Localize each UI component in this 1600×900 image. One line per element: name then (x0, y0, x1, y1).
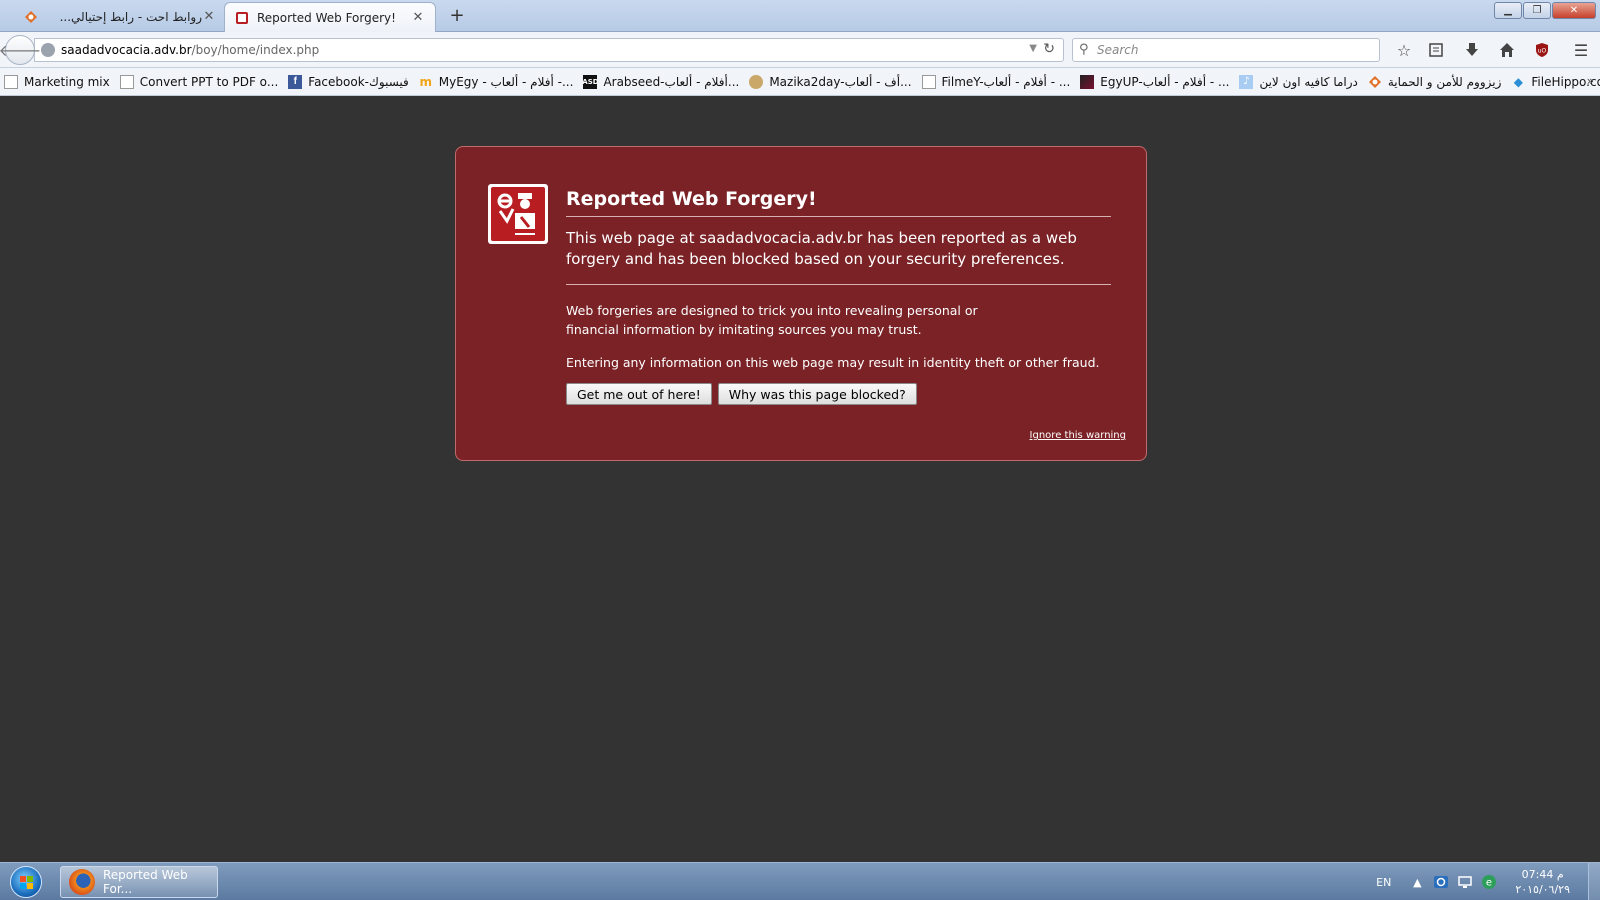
windows-logo-icon (10, 866, 42, 898)
bookmark-item[interactable]: FilmeY-أفلام - ألعاب - ... (921, 74, 1071, 89)
warning-title: Reported Web Forgery! (566, 188, 1111, 217)
egyup-icon (1080, 74, 1095, 89)
new-tab-button[interactable]: + (446, 5, 468, 27)
minimize-button[interactable]: ▁ (1494, 2, 1522, 19)
network-tray-icon[interactable] (1433, 874, 1449, 890)
bookmark-item[interactable]: Marketing mix (4, 74, 110, 89)
search-icon: ⚲ (1079, 42, 1089, 57)
bookmark-label: Marketing mix (24, 74, 110, 89)
taskbar-clock[interactable]: 07:44 م ٢٠١٥/٠٦/٢٩ (1515, 867, 1570, 897)
bookmark-label: Arabseed-أفلام - ألعاب... (603, 74, 740, 89)
forgery-warning-shield-icon (488, 184, 548, 244)
start-button[interactable] (6, 865, 46, 899)
browser-tray-icon[interactable]: e (1481, 874, 1497, 890)
language-indicator[interactable]: EN (1376, 876, 1391, 889)
bookmark-label: زيزووم للأمن و الحماية (1387, 74, 1502, 89)
show-desktop-button[interactable] (1588, 863, 1600, 900)
url-path: /boy/home/index.php (191, 43, 320, 57)
monitor-tray-icon[interactable] (1457, 874, 1473, 890)
taskbar-firefox-item[interactable]: Reported Web For... (60, 866, 218, 898)
warning-long-description-2: Entering any information on this web pag… (566, 355, 1100, 370)
url-dropdown-icon[interactable]: ▼ (1029, 43, 1037, 54)
reload-icon[interactable]: ↻ (1043, 41, 1055, 57)
clock-date: ٢٠١٥/٠٦/٢٩ (1515, 883, 1570, 896)
search-bar[interactable]: ⚲ Search (1072, 38, 1380, 62)
url-host: saadadvocacia.adv.br (61, 43, 192, 57)
search-placeholder: Search (1097, 43, 1139, 57)
svg-text:uO: uO (1538, 48, 1547, 55)
tab-title: Reported Web Forgery! (257, 10, 396, 25)
ignore-warning-link[interactable]: Ignore this warning (1030, 430, 1126, 441)
blank-page-icon (119, 74, 134, 89)
bookmark-label: MyEgy - أفلام - ألعاب -... (438, 74, 574, 89)
restore-button[interactable]: ❐ (1523, 2, 1551, 19)
firefox-icon (69, 869, 95, 895)
bookmark-item[interactable]: EgyUP-أفلام - ألعاب - ... (1080, 74, 1230, 89)
tab-close-icon[interactable]: ✕ (202, 10, 216, 24)
tab-phishing-links[interactable]: روابط احت - رابط إحتيالي... ✕ (14, 2, 226, 32)
bookmarks-menu-icon[interactable] (1426, 40, 1446, 60)
page-content: Reported Web Forgery! This web page at s… (0, 97, 1600, 862)
arabseed-icon: ASD (582, 74, 599, 89)
forgery-warning-box: Reported Web Forgery! This web page at s… (455, 146, 1147, 461)
facebook-icon: f (288, 74, 303, 89)
bookmark-label: Facebook-فيسبوك (308, 74, 409, 89)
get-me-out-button[interactable]: Get me out of here! (566, 383, 712, 405)
bookmarks-toolbar: Marketing mix Convert PPT to PDF o... f … (0, 68, 1600, 96)
warning-button-row: Get me out of here! Why was this page bl… (566, 383, 917, 405)
bookmark-label: دراما كافيه اون لاين (1259, 74, 1358, 89)
bookmarks-overflow-chevron-icon[interactable]: » (1587, 74, 1594, 88)
hamburger-menu-icon[interactable]: ☰ (1571, 40, 1591, 60)
back-button[interactable]: 🡐 (0, 35, 41, 65)
bookmark-label: Mazika2day-أف - ألعاب... (769, 74, 912, 89)
tab-strip: روابط احت - رابط إحتيالي... ✕ Reported W… (0, 0, 1600, 32)
globe-icon (41, 43, 55, 57)
blank-page-icon (921, 74, 936, 89)
close-window-button[interactable]: ✕ (1552, 2, 1596, 19)
myegy-icon: m (419, 74, 433, 89)
back-arrow-icon: 🡐 (0, 41, 42, 60)
bookmark-label: Convert PPT to PDF o... (139, 74, 279, 89)
why-blocked-button[interactable]: Why was this page blocked? (717, 383, 917, 405)
tab-close-icon[interactable]: ✕ (411, 10, 425, 25)
music-note-icon: ♪ (1239, 74, 1254, 89)
downloads-icon[interactable] (1462, 40, 1482, 60)
bookmark-item[interactable]: ♪ دراما كافيه اون لاين (1239, 74, 1358, 89)
zizoom-icon (1368, 75, 1382, 89)
bookmark-item[interactable]: Convert PPT to PDF o... (119, 74, 279, 89)
taskbar-item-label: Reported Web For... (103, 868, 188, 896)
bookmark-item[interactable]: زيزووم للأمن و الحماية (1368, 74, 1502, 89)
warning-long-description: Web forgeries are designed to trick you … (566, 303, 978, 337)
bookmark-star-icon[interactable]: ☆ (1394, 40, 1414, 60)
site-favicon-icon (24, 10, 38, 24)
bookmark-label: EgyUP-أفلام - ألعاب - ... (1100, 74, 1230, 89)
show-hidden-icons-icon[interactable]: ▲ (1409, 874, 1425, 890)
blank-page-icon (4, 74, 18, 89)
bookmark-item[interactable]: m MyEgy - أفلام - ألعاب -... (419, 75, 574, 89)
clock-time: 07:44 م (1521, 868, 1564, 881)
tab-title: روابط احت - رابط إحتيالي... (59, 10, 202, 24)
ublock-shield-icon[interactable]: uO (1532, 40, 1552, 60)
window-controls: ▁ ❐ ✕ (1494, 2, 1596, 19)
navigation-toolbar: saadadvocacia.adv.br/boy/home/index.php … (0, 32, 1600, 68)
home-icon[interactable] (1497, 40, 1517, 60)
mazika-icon (749, 74, 764, 89)
system-tray: EN ▲ e 07:44 م ٢٠١٥/٠٦/٢٩ (1376, 863, 1600, 900)
svg-text:e: e (1486, 878, 1492, 889)
url-bar[interactable]: saadadvocacia.adv.br/boy/home/index.php … (34, 38, 1064, 62)
filehippo-icon: ◆ (1513, 74, 1523, 89)
warning-short-description: This web page at saadadvocacia.adv.br ha… (566, 228, 1111, 285)
forgery-shield-favicon-icon (235, 11, 249, 25)
bookmark-item[interactable]: ASD Arabseed-أفلام - ألعاب... (582, 74, 740, 89)
windows-taskbar: Reported Web For... EN ▲ e 07:44 م ٢٠١٥/… (0, 862, 1600, 900)
bookmark-label: FilmeY-أفلام - ألعاب - ... (941, 74, 1071, 89)
bookmark-item[interactable]: f Facebook-فيسبوك (288, 74, 409, 89)
bookmark-item[interactable]: Mazika2day-أف - ألعاب... (749, 74, 912, 89)
tab-reported-web-forgery[interactable]: Reported Web Forgery! ✕ (224, 2, 436, 32)
